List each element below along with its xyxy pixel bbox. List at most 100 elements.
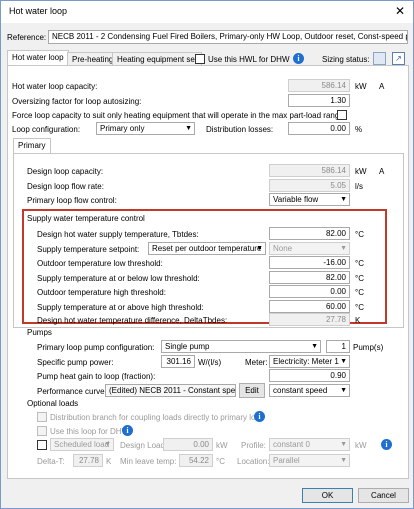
close-icon[interactable]: ✕	[395, 4, 405, 18]
pump-count-input[interactable]: 1	[326, 340, 350, 353]
pump-power-unit: W/(l/s)	[198, 358, 222, 367]
optional-delta-unit: K	[106, 457, 112, 466]
reference-input[interactable]: NECB 2011 - 2 Condensing Fuel Fired Boil…	[48, 30, 408, 44]
min-leave-label: Min leave temp:	[120, 457, 177, 466]
pump-count-unit: Pump(s)	[353, 343, 384, 352]
setpoint-label: Supply temperature setpoint:	[37, 245, 140, 254]
at-high-unit: °C	[355, 303, 364, 312]
oversize-label: Oversizing factor for loop autosizing:	[12, 97, 142, 106]
min-leave-field: 54.22	[179, 454, 213, 467]
ok-button[interactable]: OK	[302, 488, 353, 503]
info-icon[interactable]: i	[254, 411, 265, 422]
scheduled-load-checkbox[interactable]	[37, 440, 47, 450]
chevron-down-icon: ▼	[340, 457, 347, 464]
optional-loads-title: Optional loads	[27, 399, 79, 408]
design-temp-label: Design hot water supply temperature, Tbt…	[37, 230, 199, 239]
delta-t-label: Design hot water temperature difference,…	[37, 316, 228, 325]
pump-power-input[interactable]: 301.16	[161, 355, 195, 368]
chevron-down-icon: ▼	[311, 343, 318, 350]
chevron-down-icon: ▼	[340, 441, 347, 448]
info-icon[interactable]: i	[381, 439, 392, 450]
loop-capacity-flag: A	[379, 82, 385, 91]
high-threshold-label: Outdoor temperature high threshold:	[37, 288, 166, 297]
chevron-down-icon: ▼	[340, 358, 347, 365]
design-temp-input[interactable]: 82.00	[269, 227, 350, 240]
design-load-field: 0.00	[163, 438, 213, 451]
chevron-down-icon: ▼	[340, 245, 347, 252]
pump-power-label: Specific pump power:	[37, 358, 114, 367]
meter-select[interactable]: Electricity: Meter 1 ▼	[269, 355, 350, 368]
design-loop-capacity-field: 586.14	[269, 164, 350, 177]
loop-capacity-label: Hot water loop capacity:	[12, 82, 98, 91]
location-value: Parallel	[273, 456, 300, 465]
setpoint-select[interactable]: Reset per outdoor temperature ▼	[148, 242, 266, 255]
tab-pre-heating[interactable]: Pre-heating	[67, 52, 119, 66]
low-threshold-input[interactable]: -16.00	[269, 256, 350, 269]
profile-select: constant 0 ▼	[269, 438, 350, 451]
optional-delta-field: 27.78	[73, 454, 103, 467]
loop-capacity-field: 586.14	[288, 79, 350, 92]
losses-input[interactable]: 0.00	[288, 122, 350, 135]
design-load-label: Design Load:	[120, 441, 168, 450]
tab-heating-equipment-set[interactable]: Heating equipment set	[112, 52, 203, 66]
design-loop-capacity-flag: A	[379, 167, 385, 176]
loop-config-select[interactable]: Primary only ▼	[96, 122, 195, 135]
loop-config-label: Loop configuration:	[12, 125, 81, 134]
force-capacity-label: Force loop capacity to suit only heating…	[12, 111, 344, 120]
high-threshold-unit: °C	[355, 288, 364, 297]
design-loop-capacity-label: Design loop capacity:	[27, 167, 104, 176]
chevron-down-icon: ▼	[104, 441, 111, 448]
chevron-down-icon: ▼	[256, 245, 263, 252]
tab-hot-water-loop[interactable]: Hot water loop	[7, 50, 69, 66]
reference-label: Reference:	[7, 33, 47, 42]
oversize-input[interactable]: 1.30	[288, 94, 350, 107]
tab-primary[interactable]: Primary	[13, 138, 51, 154]
design-temp-unit: °C	[355, 230, 364, 239]
low-threshold-label: Outdoor temperature low threshold:	[37, 259, 163, 268]
at-high-label: Supply temperature at or above high thre…	[37, 303, 204, 312]
meter-label: Meter:	[245, 358, 268, 367]
pump-config-select[interactable]: Single pump ▼	[161, 340, 321, 353]
use-hwl-dhw-label: Use this HWL for DHW	[208, 55, 290, 64]
chevron-down-icon: ▼	[185, 125, 192, 132]
performance-curve-label: Performance curve:	[37, 387, 107, 396]
profile-value: constant 0	[273, 440, 310, 449]
dialog-window: Hot water loop ✕ Reference: NECB 2011 - …	[0, 0, 414, 509]
speed-value: constant speed	[273, 386, 328, 395]
info-icon[interactable]: i	[122, 425, 133, 436]
popout-icon[interactable]: ↗	[392, 52, 405, 65]
design-load-unit: kW	[216, 441, 228, 450]
cancel-button[interactable]: Cancel	[358, 488, 409, 503]
scheduled-load-value: Scheduled load	[54, 440, 110, 449]
force-capacity-checkbox[interactable]	[337, 110, 347, 120]
at-low-label: Supply temperature at or below low thres…	[37, 274, 200, 283]
sizing-status-label: Sizing status:	[322, 55, 370, 64]
setpoint-schedule-value: None	[273, 244, 293, 253]
edit-curve-button[interactable]: Edit	[239, 383, 265, 398]
at-high-input[interactable]: 60.00	[269, 300, 350, 313]
supply-temp-title: Supply water temperature control	[27, 214, 145, 223]
flow-rate-field: 5.05	[269, 179, 350, 192]
chevron-down-icon: ▼	[340, 196, 347, 203]
branch-label: Distribution branch for coupling loads d…	[50, 413, 265, 422]
dhw-loop-label: Use this loop for DHW	[50, 427, 130, 436]
heat-gain-label: Pump heat gain to loop (fraction):	[37, 372, 156, 381]
loop-capacity-unit: kW	[355, 82, 367, 91]
use-hwl-dhw-checkbox[interactable]	[195, 54, 205, 64]
speed-select[interactable]: constant speed ▼	[269, 384, 350, 397]
losses-label: Distribution losses:	[206, 125, 274, 134]
at-low-input[interactable]: 82.00	[269, 271, 350, 284]
optional-delta-label: Delta-T:	[37, 457, 65, 466]
profile-unit: kW	[355, 441, 367, 450]
location-label: Location:	[237, 457, 270, 466]
high-threshold-input[interactable]: 0.00	[269, 285, 350, 298]
window-title: Hot water loop	[9, 6, 68, 16]
info-icon[interactable]: i	[293, 53, 304, 64]
performance-curve-field: (Edited) NECB 2011 - Constant speed	[105, 384, 236, 397]
heat-gain-input[interactable]: 0.90	[269, 369, 350, 382]
flow-control-select[interactable]: Variable flow ▼	[269, 193, 350, 206]
delta-t-field: 27.78	[269, 313, 350, 326]
setpoint-schedule-select: None ▼	[269, 242, 350, 255]
flow-rate-unit: l/s	[355, 182, 363, 191]
low-threshold-unit: °C	[355, 259, 364, 268]
